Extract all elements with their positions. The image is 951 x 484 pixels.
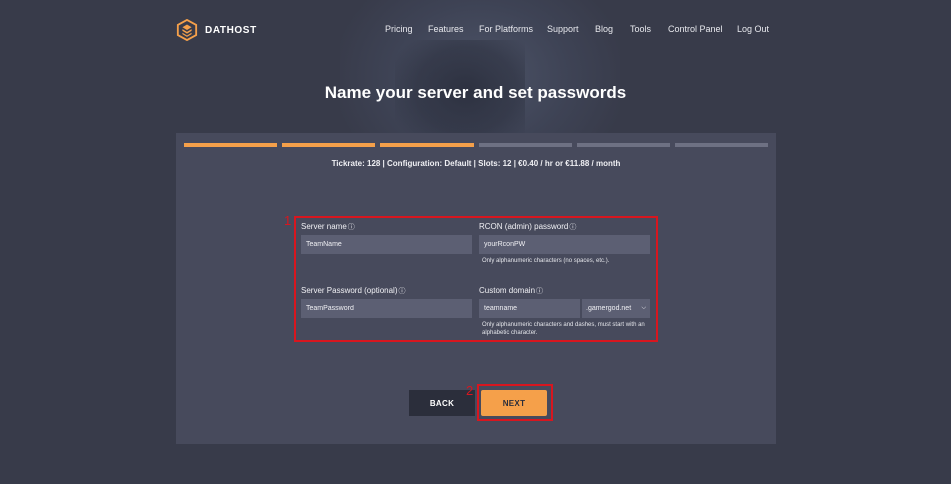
nav-pricing[interactable]: Pricing [385, 24, 413, 34]
step-6 [674, 143, 769, 147]
step-2 [282, 143, 376, 147]
nav-log-out[interactable]: Log Out [737, 24, 769, 34]
nav-support[interactable]: Support [547, 24, 579, 34]
annotation-box-2 [477, 384, 553, 421]
progress-steps [184, 143, 769, 147]
nav-control-panel[interactable]: Control Panel [668, 24, 723, 34]
nav-features[interactable]: Features [428, 24, 464, 34]
nav-tools[interactable]: Tools [630, 24, 651, 34]
annotation-label-2: 2 [466, 383, 474, 398]
annotation-box-1 [294, 216, 658, 342]
step-4 [478, 143, 572, 147]
order-summary: Tickrate: 128 | Configuration: Default |… [331, 159, 621, 168]
step-1 [184, 143, 278, 147]
step-5 [576, 143, 670, 147]
main-nav: Pricing Features For Platforms Support B… [0, 24, 951, 38]
nav-blog[interactable]: Blog [595, 24, 613, 34]
annotation-label-1: 1 [284, 213, 292, 228]
page-title: Name your server and set passwords [324, 83, 627, 102]
nav-for-platforms[interactable]: For Platforms [479, 24, 533, 34]
step-3 [380, 143, 474, 147]
